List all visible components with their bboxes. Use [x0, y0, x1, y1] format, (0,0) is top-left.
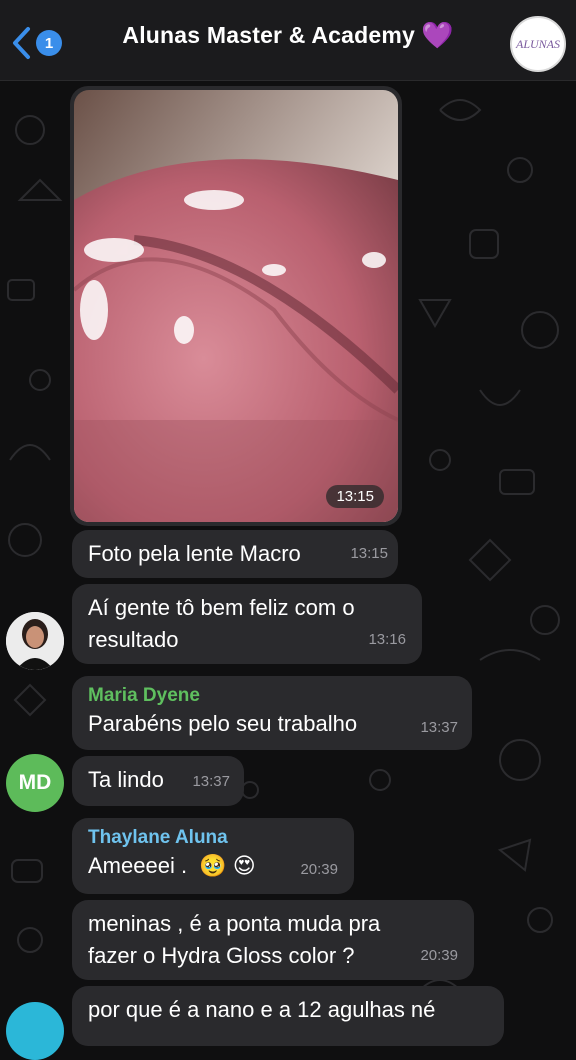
purple-heart-emoji: 💜 [421, 20, 454, 50]
user-avatar-partial[interactable] [6, 1002, 64, 1060]
user-avatar-initials[interactable]: MD [6, 754, 64, 812]
group-logo-text: ALUNAS [515, 36, 560, 51]
chat-header: 1 Alunas Master & Academy 💜 ALUNAS [0, 0, 576, 81]
message-bubble[interactable]: por que é a nano e a 12 agulhas né [72, 986, 504, 1046]
message-bubble[interactable]: Ta lindo 13:37 [72, 756, 244, 806]
message-time: 13:15 [350, 545, 388, 562]
message-time: 13:16 [368, 631, 406, 648]
message-text: Ta lindo [88, 767, 164, 792]
message-time: 20:39 [300, 861, 338, 878]
group-avatar[interactable]: ALUNAS [510, 16, 566, 72]
message-time: 13:37 [420, 719, 458, 736]
message-text: Parabéns pelo seu trabalho [88, 711, 358, 736]
message-text: por que é a nano e a 12 agulhas né [88, 997, 436, 1022]
message-time: 20:39 [420, 947, 458, 964]
avatar-initials: MD [18, 771, 52, 794]
sender-name[interactable]: Maria Dyene [88, 684, 456, 708]
message-bubble[interactable]: Foto pela lente Macro 13:15 [72, 530, 398, 578]
photo-message[interactable]: 13:15 [70, 86, 402, 526]
photo-timestamp: 13:15 [326, 485, 384, 508]
message-text-line: fazer o Hydra Gloss color ? [88, 943, 355, 968]
message-bubble[interactable]: Aí gente tô bem feliz com o resultado 13… [72, 584, 422, 664]
message-text: Foto pela lente Macro [88, 541, 301, 566]
chat-title[interactable]: Alunas Master & Academy 💜 [0, 20, 576, 51]
user-avatar-photo[interactable] [6, 612, 64, 670]
message-time: 13:37 [192, 773, 230, 790]
message-text: Ameeeei . [88, 853, 188, 878]
message-text-line: resultado [88, 627, 179, 652]
macro-lips-photo[interactable]: 13:15 [74, 90, 398, 522]
message-text-line: Aí gente tô bem feliz com o [88, 595, 355, 620]
message-text-line: meninas , é a ponta muda pra [88, 911, 381, 936]
message-bubble[interactable]: Maria Dyene Parabéns pelo seu trabalho 1… [72, 676, 472, 750]
message-bubble[interactable]: Thaylane Aluna Ameeeei . 🥹 😍 20:39 [72, 818, 354, 894]
message-bubble[interactable]: meninas , é a ponta muda pra fazer o Hyd… [72, 900, 474, 980]
chat-title-text: Alunas Master & Academy [122, 22, 416, 48]
sender-name[interactable]: Thaylane Aluna [88, 826, 338, 850]
emoji-text: 🥹 😍 [199, 853, 256, 878]
